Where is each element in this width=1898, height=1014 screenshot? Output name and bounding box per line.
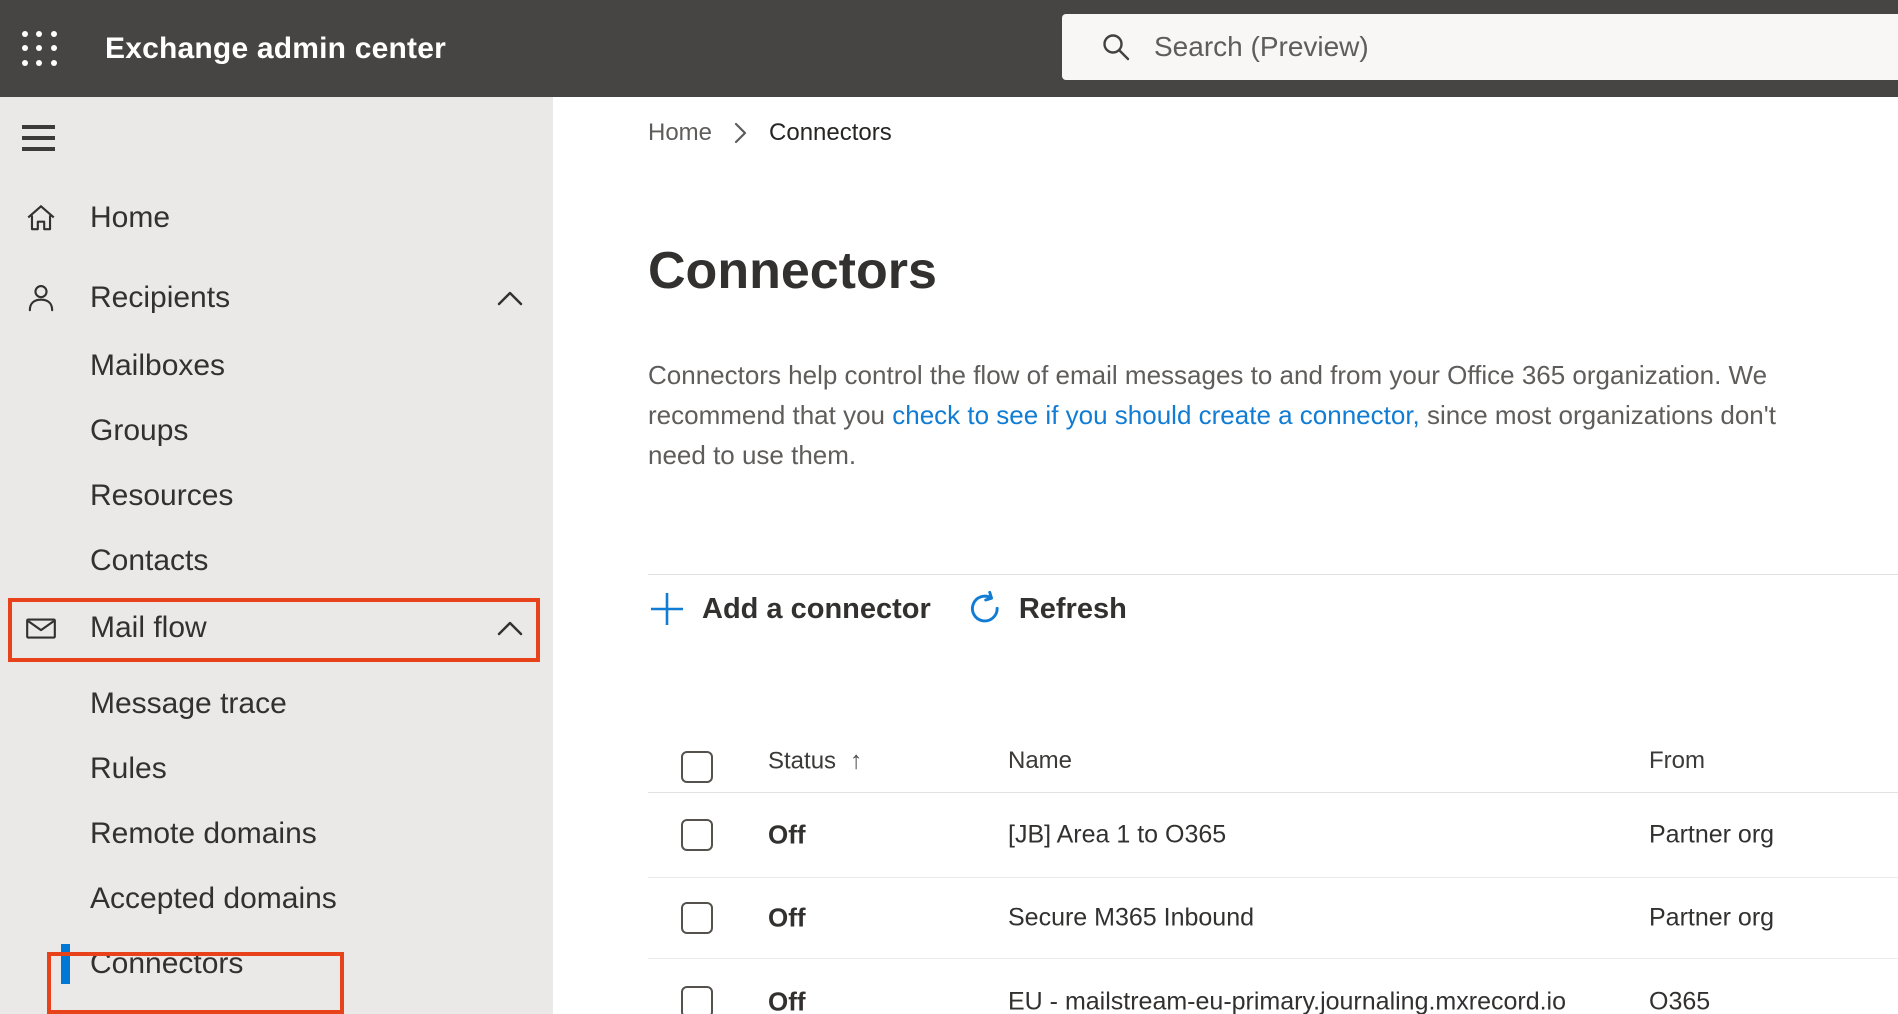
- sidebar-item-label: Mailboxes: [90, 348, 226, 382]
- table-body: Off [JB] Area 1 to O365 Partner org Off …: [648, 793, 1898, 1014]
- sidebar-item-recipients[interactable]: Recipients: [0, 263, 553, 333]
- sidebar-item-mailboxes[interactable]: Mailboxes: [0, 333, 553, 398]
- refresh-label: Refresh: [1018, 592, 1127, 625]
- toolbar-divider: [648, 574, 1898, 575]
- sidebar-item-groups[interactable]: Groups: [0, 398, 553, 463]
- description-line3: need to use them.: [648, 440, 857, 470]
- sort-ascending-icon: ↑: [850, 746, 863, 775]
- table-row[interactable]: Off [JB] Area 1 to O365 Partner org: [648, 793, 1898, 878]
- sidebar-item-message-trace[interactable]: Message trace: [0, 671, 553, 736]
- page-title: Connectors: [648, 242, 937, 300]
- sidebar-item-label: Connectors: [90, 946, 244, 980]
- create-connector-link[interactable]: check to see if you should create a conn…: [892, 400, 1420, 430]
- breadcrumb-home[interactable]: Home: [648, 119, 712, 147]
- sidebar-item-accepted-domains[interactable]: Accepted domains: [0, 866, 553, 931]
- connectors-table: Status ↑ Name From Off [JB] Area 1 to O3…: [648, 730, 1898, 1014]
- sidebar-item-label: Rules: [90, 751, 167, 785]
- column-header-status[interactable]: Status ↑: [768, 747, 863, 776]
- row-status: Off: [768, 902, 806, 933]
- app-title: Exchange admin center: [105, 31, 446, 65]
- row-checkbox[interactable]: [681, 902, 713, 934]
- column-header-from[interactable]: From: [1649, 747, 1705, 775]
- selected-indicator: [61, 943, 70, 984]
- table-header-row: Status ↑ Name From: [648, 730, 1898, 793]
- row-from: Partner org: [1649, 903, 1775, 932]
- hamburger-menu-icon[interactable]: [22, 125, 55, 158]
- column-header-name[interactable]: Name: [1008, 747, 1072, 775]
- refresh-button[interactable]: Refresh: [967, 591, 1127, 627]
- row-status: Off: [768, 986, 806, 1014]
- row-from: Partner org: [1649, 820, 1775, 849]
- row-status: Off: [768, 819, 806, 850]
- sidebar-item-resources[interactable]: Resources: [0, 463, 553, 528]
- add-connector-button[interactable]: Add a connector: [648, 590, 931, 628]
- refresh-icon: [970, 591, 999, 623]
- sidebar-item-rules[interactable]: Rules: [0, 736, 553, 801]
- sidebar-item-home[interactable]: Home: [0, 183, 553, 253]
- table-row[interactable]: Off Secure M365 Inbound Partner org: [648, 878, 1898, 959]
- search-icon: [1103, 34, 1130, 61]
- sidebar-item-contacts[interactable]: Contacts: [0, 528, 553, 593]
- sidebar-item-label: Remote domains: [90, 816, 317, 850]
- sidebar-item-connectors[interactable]: Connectors: [0, 931, 553, 996]
- chevron-right-icon: [734, 122, 747, 144]
- sidebar-item-label: Recipients: [90, 281, 231, 314]
- search-input[interactable]: Search (Preview): [1062, 14, 1898, 80]
- sidebar-nav: Home Recipients Mailboxes Groups Resourc…: [0, 183, 553, 996]
- sidebar-item-label: Groups: [90, 413, 189, 447]
- chevron-up-icon: [497, 290, 523, 306]
- sidebar-item-label: Accepted domains: [90, 881, 337, 915]
- row-from: O365: [1649, 987, 1711, 1014]
- home-icon: [24, 201, 58, 235]
- mail-icon: [24, 611, 58, 645]
- sidebar-item-label: Resources: [90, 478, 234, 512]
- sidebar-item-label: Message trace: [90, 686, 287, 720]
- person-icon: [24, 281, 58, 315]
- sidebar-item-remote-domains[interactable]: Remote domains: [0, 801, 553, 866]
- description-line2-after: since most organizations don't: [1419, 400, 1776, 430]
- breadcrumb-current: Connectors: [769, 119, 892, 146]
- sidebar-item-mail-flow[interactable]: Mail flow: [0, 593, 553, 663]
- row-name: [JB] Area 1 to O365: [1008, 820, 1227, 849]
- chevron-up-icon: [497, 620, 523, 636]
- search-placeholder: Search (Preview): [1154, 31, 1369, 62]
- toolbar: Add a connector Refresh: [648, 585, 1127, 633]
- sidebar: Home Recipients Mailboxes Groups Resourc…: [0, 97, 553, 1014]
- add-connector-label: Add a connector: [702, 592, 931, 625]
- row-checkbox[interactable]: [681, 819, 713, 851]
- topbar: Exchange admin center Search (Preview): [0, 0, 1898, 97]
- sidebar-item-label: Contacts: [90, 543, 209, 577]
- page-description: Connectors help control the flow of emai…: [648, 355, 1776, 475]
- row-name: Secure M365 Inbound: [1008, 903, 1255, 932]
- plus-icon: [651, 593, 683, 625]
- select-all-checkbox[interactable]: [681, 751, 713, 783]
- main-content: Home Connectors Connectors Connectors he…: [553, 97, 1898, 1014]
- description-line1: Connectors help control the flow of emai…: [648, 360, 1768, 390]
- description-line2: recommend that you: [648, 400, 893, 430]
- sidebar-item-label: Mail flow: [90, 611, 207, 644]
- table-row[interactable]: Off EU - mailstream-eu-primary.journalin…: [648, 959, 1898, 1014]
- row-name: EU - mailstream-eu-primary.journaling.mx…: [1008, 987, 1567, 1014]
- breadcrumb: Home Connectors: [648, 119, 892, 147]
- column-header-status-label: Status: [768, 747, 837, 774]
- app-launcher-icon[interactable]: [22, 31, 58, 67]
- sidebar-item-label: Home: [90, 201, 171, 234]
- row-checkbox[interactable]: [681, 985, 713, 1014]
